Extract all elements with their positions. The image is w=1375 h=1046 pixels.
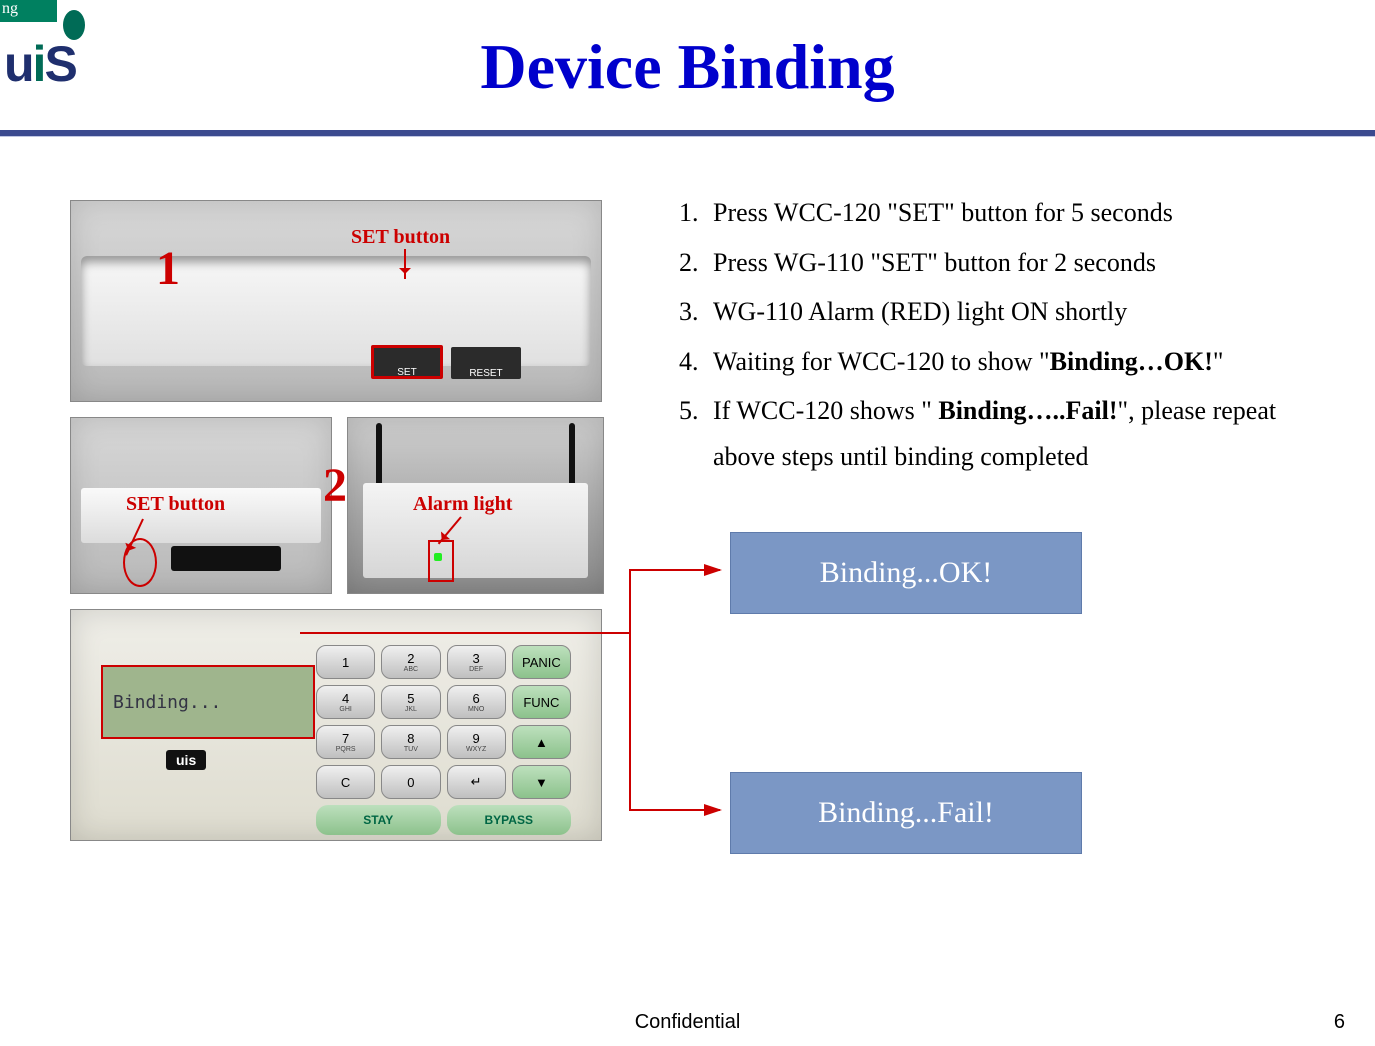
key-6: 6MNO: [447, 685, 506, 719]
step-5: If WCC-120 shows " Binding…..Fail!", ple…: [705, 388, 1335, 479]
step-number-1: 1: [156, 241, 180, 296]
set-button-label-2: SET button: [126, 493, 225, 516]
keypad-brand: uis: [166, 750, 206, 770]
binding-fail-box: Binding...Fail!: [730, 772, 1082, 854]
key-up: ▲: [512, 725, 571, 759]
key-down: ▼: [512, 765, 571, 799]
wcc120-photo: SET RESET SET button 1: [70, 200, 602, 402]
step-4: Waiting for WCC-120 to show "Binding…OK!…: [705, 339, 1335, 385]
footer-page-number: 6: [1334, 1011, 1345, 1034]
key-bypass: BYPASS: [447, 805, 572, 835]
wcc120-reset-button: RESET: [451, 347, 521, 379]
arrow-set-1: [404, 249, 406, 279]
lcd-display: Binding...: [101, 665, 315, 739]
steps-list: Press WCC-120 "SET" button for 5 seconds…: [650, 190, 1335, 479]
key-2: 2ABC: [381, 645, 440, 679]
key-9: 9WXYZ: [447, 725, 506, 759]
key-5: 5JKL: [381, 685, 440, 719]
footer-confidential: Confidential: [0, 1011, 1375, 1034]
key-0: 0: [381, 765, 440, 799]
key-c: C: [316, 765, 375, 799]
alarm-light-label: Alarm light: [413, 493, 512, 516]
wcc120-set-button: SET: [371, 345, 443, 379]
step-3: WG-110 Alarm (RED) light ON shortly: [705, 289, 1335, 335]
step-number-2: 2: [323, 458, 347, 513]
binding-ok-box: Binding...OK!: [730, 532, 1082, 614]
step-1: Press WCC-120 "SET" button for 5 seconds: [705, 190, 1335, 236]
images-column: SET RESET SET button 1 SET button 2 Alar…: [70, 200, 610, 841]
key-7: 7PQRS: [316, 725, 375, 759]
key-enter: ↵: [447, 765, 506, 799]
key-func: FUNC: [512, 685, 571, 719]
key-4: 4GHI: [316, 685, 375, 719]
key-panic: PANIC: [512, 645, 571, 679]
key-1: 1: [316, 645, 375, 679]
keypad-photo: Binding... uis 1 2ABC 3DEF PANIC 4GHI 5J…: [70, 609, 602, 841]
title-rule: [0, 130, 1375, 137]
key-8: 8TUV: [381, 725, 440, 759]
page-title: Device Binding: [0, 30, 1375, 104]
keypad: 1 2ABC 3DEF PANIC 4GHI 5JKL 6MNO FUNC 7P…: [316, 645, 571, 835]
wg110-front-photo: Alarm light: [347, 417, 604, 594]
wg110-back-photo: SET button 2: [70, 417, 332, 594]
instructions-column: Press WCC-120 "SET" button for 5 seconds…: [650, 190, 1335, 483]
step-2: Press WG-110 "SET" button for 2 seconds: [705, 240, 1335, 286]
key-stay: STAY: [316, 805, 441, 835]
key-3: 3DEF: [447, 645, 506, 679]
set-button-label-1: SET button: [351, 226, 450, 249]
